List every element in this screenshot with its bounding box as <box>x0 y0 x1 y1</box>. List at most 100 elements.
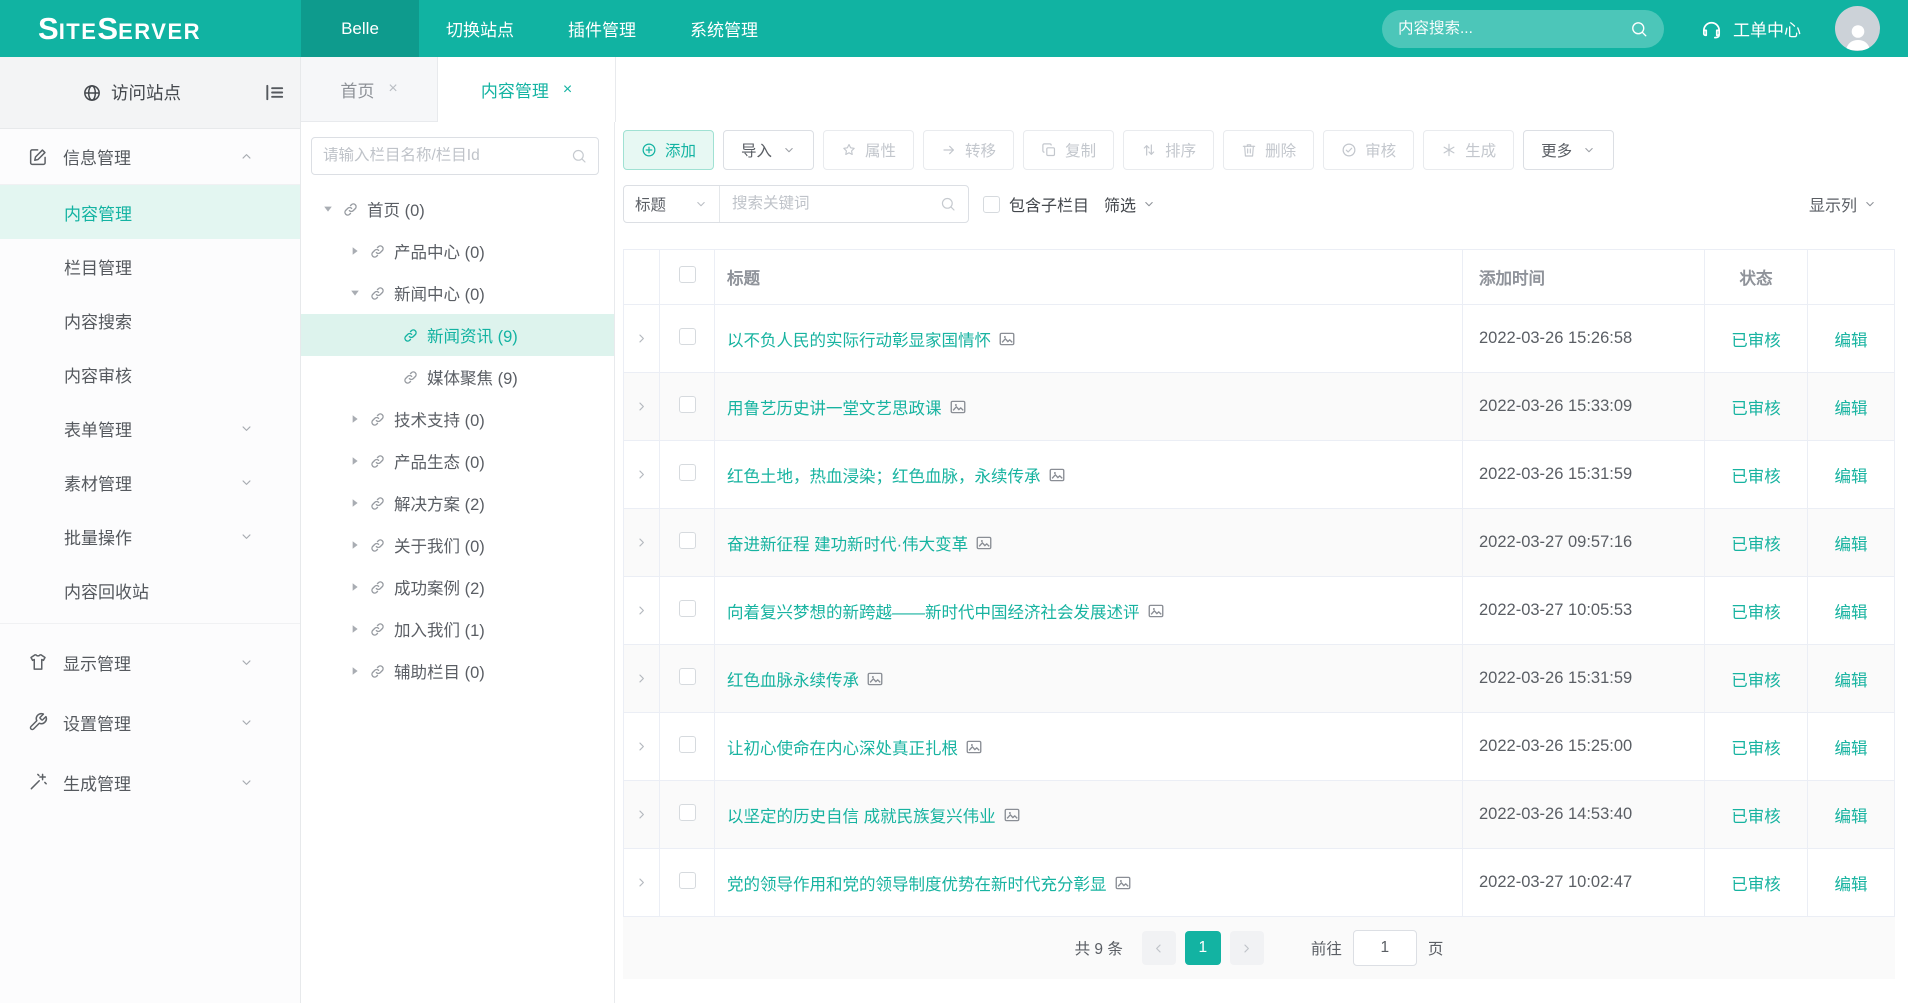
keyword-input-box[interactable] <box>720 186 968 222</box>
sidebar-item[interactable]: 内容管理 <box>0 185 300 239</box>
caret-right-icon[interactable] <box>348 580 362 594</box>
search-field-select[interactable]: 标题 <box>624 186 720 222</box>
tree-item[interactable]: 首页 (0) <box>301 188 614 230</box>
toolbar-button[interactable]: 导入 <box>723 130 814 170</box>
row-checkbox[interactable] <box>679 532 696 549</box>
row-edit-link[interactable]: 编辑 <box>1808 305 1895 373</box>
tree-item[interactable]: 产品生态 (0) <box>301 440 614 482</box>
tab-content-management[interactable]: 内容管理 × <box>438 57 616 122</box>
sidebar-item[interactable]: 表单管理 <box>0 401 300 455</box>
sidebar-section[interactable]: 显示管理 <box>0 632 300 692</box>
prev-page-button[interactable] <box>1142 931 1176 965</box>
header-menu-item[interactable]: 切换站点 <box>419 0 541 57</box>
tree-item[interactable]: 成功案例 (2) <box>301 566 614 608</box>
row-checkbox[interactable] <box>679 804 696 821</box>
content-search-input[interactable] <box>1398 20 1630 38</box>
toolbar-button[interactable]: 复制 <box>1023 130 1114 170</box>
caret-right-icon[interactable] <box>348 622 362 636</box>
caret-right-icon[interactable] <box>348 496 362 510</box>
current-page-button[interactable]: 1 <box>1185 931 1221 965</box>
caret-right-icon[interactable] <box>348 412 362 426</box>
toolbar-button[interactable]: 转移 <box>923 130 1014 170</box>
row-expand-cell[interactable] <box>624 305 660 373</box>
row-edit-link[interactable]: 编辑 <box>1808 373 1895 441</box>
toolbar-button[interactable]: 删除 <box>1223 130 1314 170</box>
select-all-checkbox[interactable] <box>679 266 696 283</box>
sidebar-item[interactable]: 批量操作 <box>0 509 300 563</box>
sidebar-item[interactable]: 内容搜索 <box>0 293 300 347</box>
user-avatar[interactable] <box>1835 6 1880 51</box>
tree-item[interactable]: 解决方案 (2) <box>301 482 614 524</box>
tab-home[interactable]: 首页 × <box>301 57 438 122</box>
tree-item[interactable]: 技术支持 (0) <box>301 398 614 440</box>
include-children-checkbox[interactable] <box>983 196 1000 213</box>
search-icon[interactable] <box>571 148 587 164</box>
ticket-center-button[interactable]: 工单中心 <box>1700 16 1801 41</box>
current-site-button[interactable]: Belle <box>301 0 419 57</box>
row-expand-cell[interactable] <box>624 577 660 645</box>
toolbar-button[interactable]: 审核 <box>1323 130 1414 170</box>
toolbar-button[interactable]: 更多 <box>1523 130 1614 170</box>
row-edit-link[interactable]: 编辑 <box>1808 849 1895 917</box>
close-icon[interactable]: × <box>388 80 397 98</box>
collapse-sidebar-icon[interactable] <box>263 81 286 104</box>
row-edit-link[interactable]: 编辑 <box>1808 781 1895 849</box>
tree-item[interactable]: 辅助栏目 (0) <box>301 650 614 692</box>
row-expand-cell[interactable] <box>624 441 660 509</box>
row-edit-link[interactable]: 编辑 <box>1808 713 1895 781</box>
content-title-link[interactable]: 红色土地，热血浸染；红色血脉，永续传承 <box>727 463 1066 487</box>
close-icon[interactable]: × <box>563 81 572 99</box>
row-checkbox[interactable] <box>679 872 696 889</box>
row-expand-cell[interactable] <box>624 849 660 917</box>
content-title-link[interactable]: 让初心使命在内心深处真正扎根 <box>727 735 983 759</box>
visit-site-button[interactable]: 访问站点 <box>0 57 300 129</box>
tree-item[interactable]: 加入我们 (1) <box>301 608 614 650</box>
sidebar-item[interactable]: 内容回收站 <box>0 563 300 617</box>
sidebar-section-info[interactable]: 信息管理 <box>0 129 300 185</box>
next-page-button[interactable] <box>1230 931 1264 965</box>
app-logo[interactable]: SITESERVER <box>0 11 301 47</box>
include-children-option[interactable]: 包含子栏目 <box>983 192 1089 216</box>
search-icon[interactable] <box>1630 20 1648 38</box>
row-edit-link[interactable]: 编辑 <box>1808 509 1895 577</box>
tree-item[interactable]: 媒体聚焦 (9) <box>301 356 614 398</box>
toolbar-button[interactable]: 生成 <box>1423 130 1514 170</box>
tree-item[interactable]: 新闻资讯 (9) <box>301 314 614 356</box>
header-menu-item[interactable]: 插件管理 <box>541 0 663 57</box>
sidebar-item[interactable]: 内容审核 <box>0 347 300 401</box>
header-menu-item[interactable]: 系统管理 <box>663 0 785 57</box>
caret-right-icon[interactable] <box>348 538 362 552</box>
caret-down-icon[interactable] <box>321 202 335 216</box>
sidebar-item[interactable]: 素材管理 <box>0 455 300 509</box>
goto-page-input[interactable] <box>1353 930 1417 966</box>
row-expand-cell[interactable] <box>624 781 660 849</box>
filter-dropdown[interactable]: 筛选 <box>1104 192 1156 216</box>
row-checkbox[interactable] <box>679 328 696 345</box>
content-title-link[interactable]: 党的领导作用和党的领导制度优势在新时代充分彰显 <box>727 871 1132 895</box>
search-icon[interactable] <box>940 196 956 212</box>
caret-down-icon[interactable] <box>348 286 362 300</box>
channel-search-box[interactable] <box>311 137 599 175</box>
tree-item[interactable]: 新闻中心 (0) <box>301 272 614 314</box>
row-checkbox[interactable] <box>679 668 696 685</box>
content-title-link[interactable]: 向着复兴梦想的新跨越——新时代中国经济社会发展述评 <box>727 599 1165 623</box>
content-title-link[interactable]: 用鲁艺历史讲一堂文艺思政课 <box>727 395 967 419</box>
row-edit-link[interactable]: 编辑 <box>1808 441 1895 509</box>
row-checkbox[interactable] <box>679 600 696 617</box>
sidebar-item[interactable]: 栏目管理 <box>0 239 300 293</box>
toolbar-button[interactable]: 排序 <box>1123 130 1214 170</box>
row-edit-link[interactable]: 编辑 <box>1808 577 1895 645</box>
caret-right-icon[interactable] <box>348 664 362 678</box>
row-checkbox[interactable] <box>679 464 696 481</box>
content-search-box[interactable] <box>1382 10 1664 48</box>
tree-item[interactable]: 关于我们 (0) <box>301 524 614 566</box>
toolbar-button[interactable]: 添加 <box>623 130 714 170</box>
toolbar-button[interactable]: 属性 <box>823 130 914 170</box>
content-title-link[interactable]: 以坚定的历史自信 成就民族复兴伟业 <box>727 803 1021 827</box>
channel-search-input[interactable] <box>323 147 571 165</box>
row-checkbox[interactable] <box>679 736 696 753</box>
caret-right-icon[interactable] <box>348 454 362 468</box>
row-expand-cell[interactable] <box>624 713 660 781</box>
row-edit-link[interactable]: 编辑 <box>1808 645 1895 713</box>
content-title-link[interactable]: 奋进新征程 建功新时代·伟大变革 <box>727 531 993 555</box>
